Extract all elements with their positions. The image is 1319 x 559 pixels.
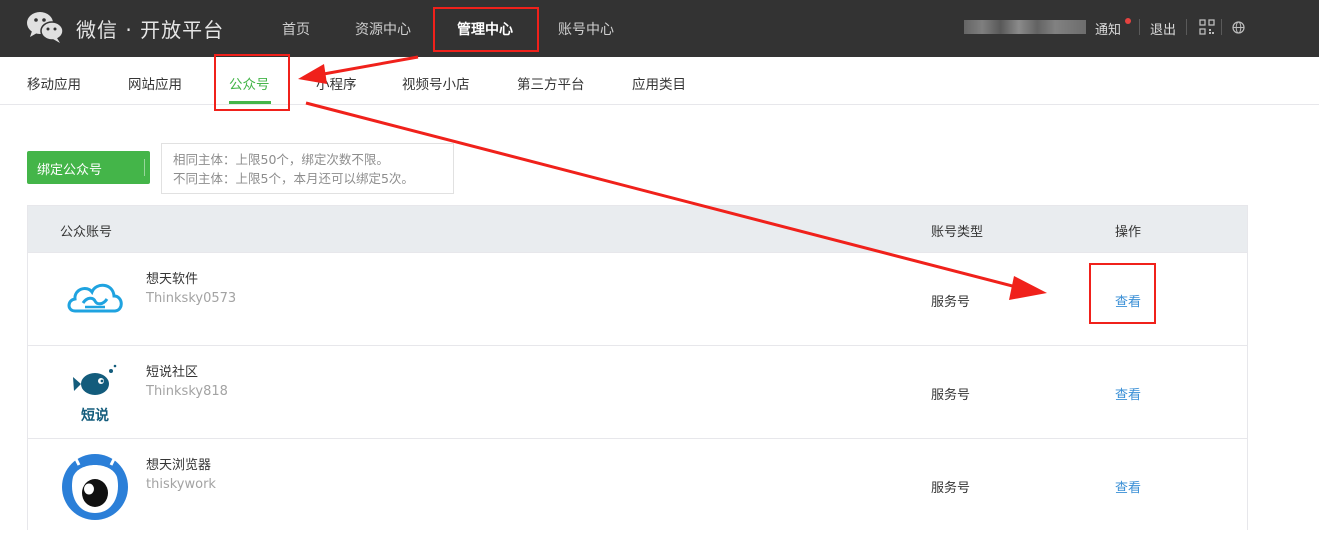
header-account: 公众账号	[60, 225, 113, 240]
bind-account-label: 绑定公众号	[37, 163, 103, 178]
view-link[interactable]: 查看	[1115, 384, 1141, 403]
fish-logo-caption: 短说	[81, 407, 109, 424]
annotation-box-management	[433, 7, 539, 52]
divider	[1221, 19, 1222, 35]
fish-logo-avatar: 短说	[73, 364, 117, 424]
account-table: 公众账号 账号类型 操作 想天软件 Thinksky0573 服务号 查看 短说…	[27, 205, 1248, 531]
account-id: thiskywork	[146, 477, 216, 492]
tab-mini-program[interactable]: 小程序	[316, 73, 357, 93]
divider	[1139, 19, 1140, 35]
table-row: 想天浏览器 thiskywork 服务号 查看	[28, 438, 1247, 531]
top-nav-bar: 微信 · 开放平台 首页 资源中心 管理中心 账号中心 通知 退出	[0, 0, 1319, 57]
account-id: Thinksky818	[146, 384, 228, 399]
table-row: 想天软件 Thinksky0573 服务号 查看	[28, 252, 1247, 345]
notice-badge-dot	[1125, 18, 1131, 24]
wechat-logo-icon[interactable]	[26, 10, 64, 44]
nav-home[interactable]: 首页	[282, 19, 310, 39]
divider	[144, 159, 145, 176]
sub-nav-bar: 移动应用 网站应用 公众号 小程序 视频号小店 第三方平台 应用类目	[0, 57, 1319, 105]
notice-link[interactable]: 通知	[1095, 19, 1121, 38]
table-header: 公众账号 账号类型 操作	[28, 206, 1247, 252]
tab-website-app[interactable]: 网站应用	[128, 73, 182, 93]
nav-account[interactable]: 账号中心	[558, 19, 614, 39]
view-link[interactable]: 查看	[1115, 477, 1141, 496]
divider	[1186, 19, 1187, 35]
account-type: 服务号	[931, 481, 971, 496]
account-type: 服务号	[931, 295, 971, 310]
account-type: 服务号	[931, 388, 971, 403]
bind-account-button[interactable]: 绑定公众号	[27, 151, 165, 184]
tab-video-shop[interactable]: 视频号小店	[402, 73, 470, 93]
account-id: Thinksky0573	[146, 291, 237, 306]
annotation-box-official-account	[214, 54, 290, 111]
account-name: 短说社区	[146, 365, 199, 380]
nav-resources[interactable]: 资源中心	[355, 19, 411, 39]
annotation-box-view	[1089, 263, 1156, 324]
browser-logo-avatar	[62, 454, 128, 520]
hint-different-subject: 不同主体：上限5个，本月还可以绑定5次。	[173, 171, 414, 186]
header-action: 操作	[1115, 225, 1142, 240]
bind-limit-hint: 相同主体：上限50个，绑定次数不限。 不同主体：上限5个，本月还可以绑定5次。	[161, 143, 454, 194]
tab-app-category[interactable]: 应用类目	[632, 73, 686, 93]
user-name-blurred[interactable]	[964, 20, 1086, 34]
brand-title[interactable]: 微信 · 开放平台	[76, 14, 224, 43]
tab-third-party[interactable]: 第三方平台	[517, 73, 585, 93]
globe-icon[interactable]	[1232, 21, 1245, 34]
account-name: 想天浏览器	[146, 458, 212, 473]
hint-same-subject: 相同主体：上限50个，绑定次数不限。	[173, 152, 389, 167]
logout-link[interactable]: 退出	[1150, 19, 1176, 38]
table-row: 短说 短说社区 Thinksky818 服务号 查看	[28, 345, 1247, 438]
header-type: 账号类型	[931, 225, 984, 240]
account-name: 想天软件	[146, 272, 199, 287]
tab-mobile-app[interactable]: 移动应用	[27, 73, 81, 93]
cloud-logo-avatar	[67, 283, 123, 313]
qr-code-icon[interactable]	[1199, 19, 1215, 35]
